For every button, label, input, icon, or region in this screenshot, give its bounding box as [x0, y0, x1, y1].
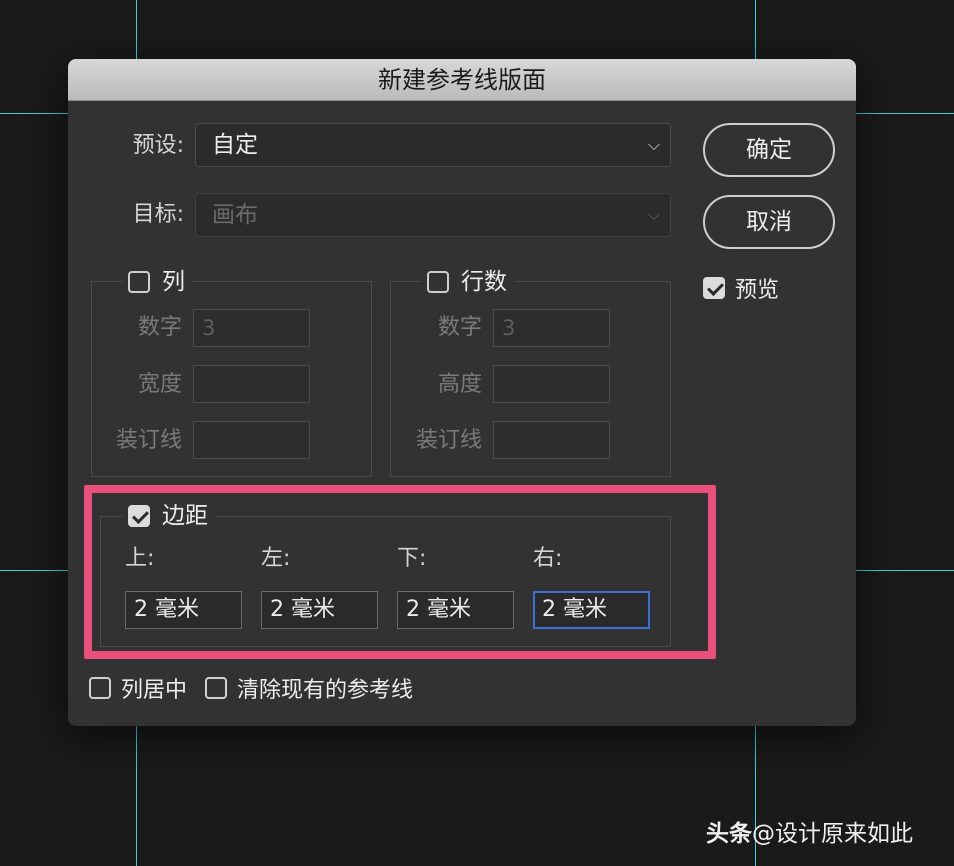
- rows-number-label: 数字: [437, 315, 482, 340]
- watermark-brand: 头条: [706, 821, 752, 847]
- preview-label: 预览: [735, 278, 780, 303]
- columns-label: 列: [162, 269, 185, 295]
- clear-existing-option[interactable]: 清除现有的参考线: [205, 673, 413, 703]
- preset-label: 预设:: [132, 133, 184, 158]
- rows-gutter-field[interactable]: [493, 421, 610, 459]
- rows-legend[interactable]: 行数: [421, 267, 515, 297]
- target-select[interactable]: 画布 ⌵: [195, 193, 671, 237]
- center-columns-option[interactable]: 列居中: [89, 673, 187, 703]
- columns-checkbox[interactable]: [128, 271, 150, 293]
- preset-value: 自定: [212, 132, 258, 158]
- target-label: 目标:: [132, 202, 184, 227]
- clear-existing-label: 清除现有的参考线: [237, 678, 414, 703]
- rows-checkbox[interactable]: [427, 271, 449, 293]
- cancel-button[interactable]: 取消: [703, 195, 835, 249]
- dialog-title: 新建参考线版面: [68, 59, 856, 101]
- chevron-down-icon: ⌵: [647, 205, 660, 224]
- center-columns-checkbox[interactable]: [89, 677, 111, 699]
- rows-gutter-label: 装订线: [415, 428, 482, 453]
- rows-label: 行数: [461, 269, 507, 295]
- target-value: 画布: [212, 202, 258, 228]
- center-columns-label: 列居中: [121, 678, 188, 703]
- columns-legend[interactable]: 列: [122, 267, 193, 297]
- watermark: 头条@设计原来如此: [706, 814, 913, 848]
- columns-width-label: 宽度: [137, 372, 182, 397]
- columns-gutter-field[interactable]: [193, 421, 310, 459]
- preview-option[interactable]: 预览: [703, 273, 779, 303]
- columns-width-field[interactable]: [193, 365, 310, 403]
- rows-height-label: 高度: [437, 372, 482, 397]
- margin-highlight-frame: [84, 485, 716, 659]
- columns-gutter-label: 装订线: [115, 428, 182, 453]
- rows-height-field[interactable]: [493, 365, 610, 403]
- chevron-down-icon: ⌵: [647, 135, 660, 154]
- preset-select[interactable]: 自定 ⌵: [195, 123, 671, 167]
- clear-existing-checkbox[interactable]: [205, 677, 227, 699]
- columns-number-label: 数字: [137, 315, 182, 340]
- watermark-handle: @设计原来如此: [752, 821, 913, 847]
- preview-checkbox[interactable]: [703, 277, 725, 299]
- ok-button[interactable]: 确定: [703, 123, 835, 177]
- rows-number-field[interactable]: 3: [493, 309, 610, 347]
- columns-number-field[interactable]: 3: [193, 309, 310, 347]
